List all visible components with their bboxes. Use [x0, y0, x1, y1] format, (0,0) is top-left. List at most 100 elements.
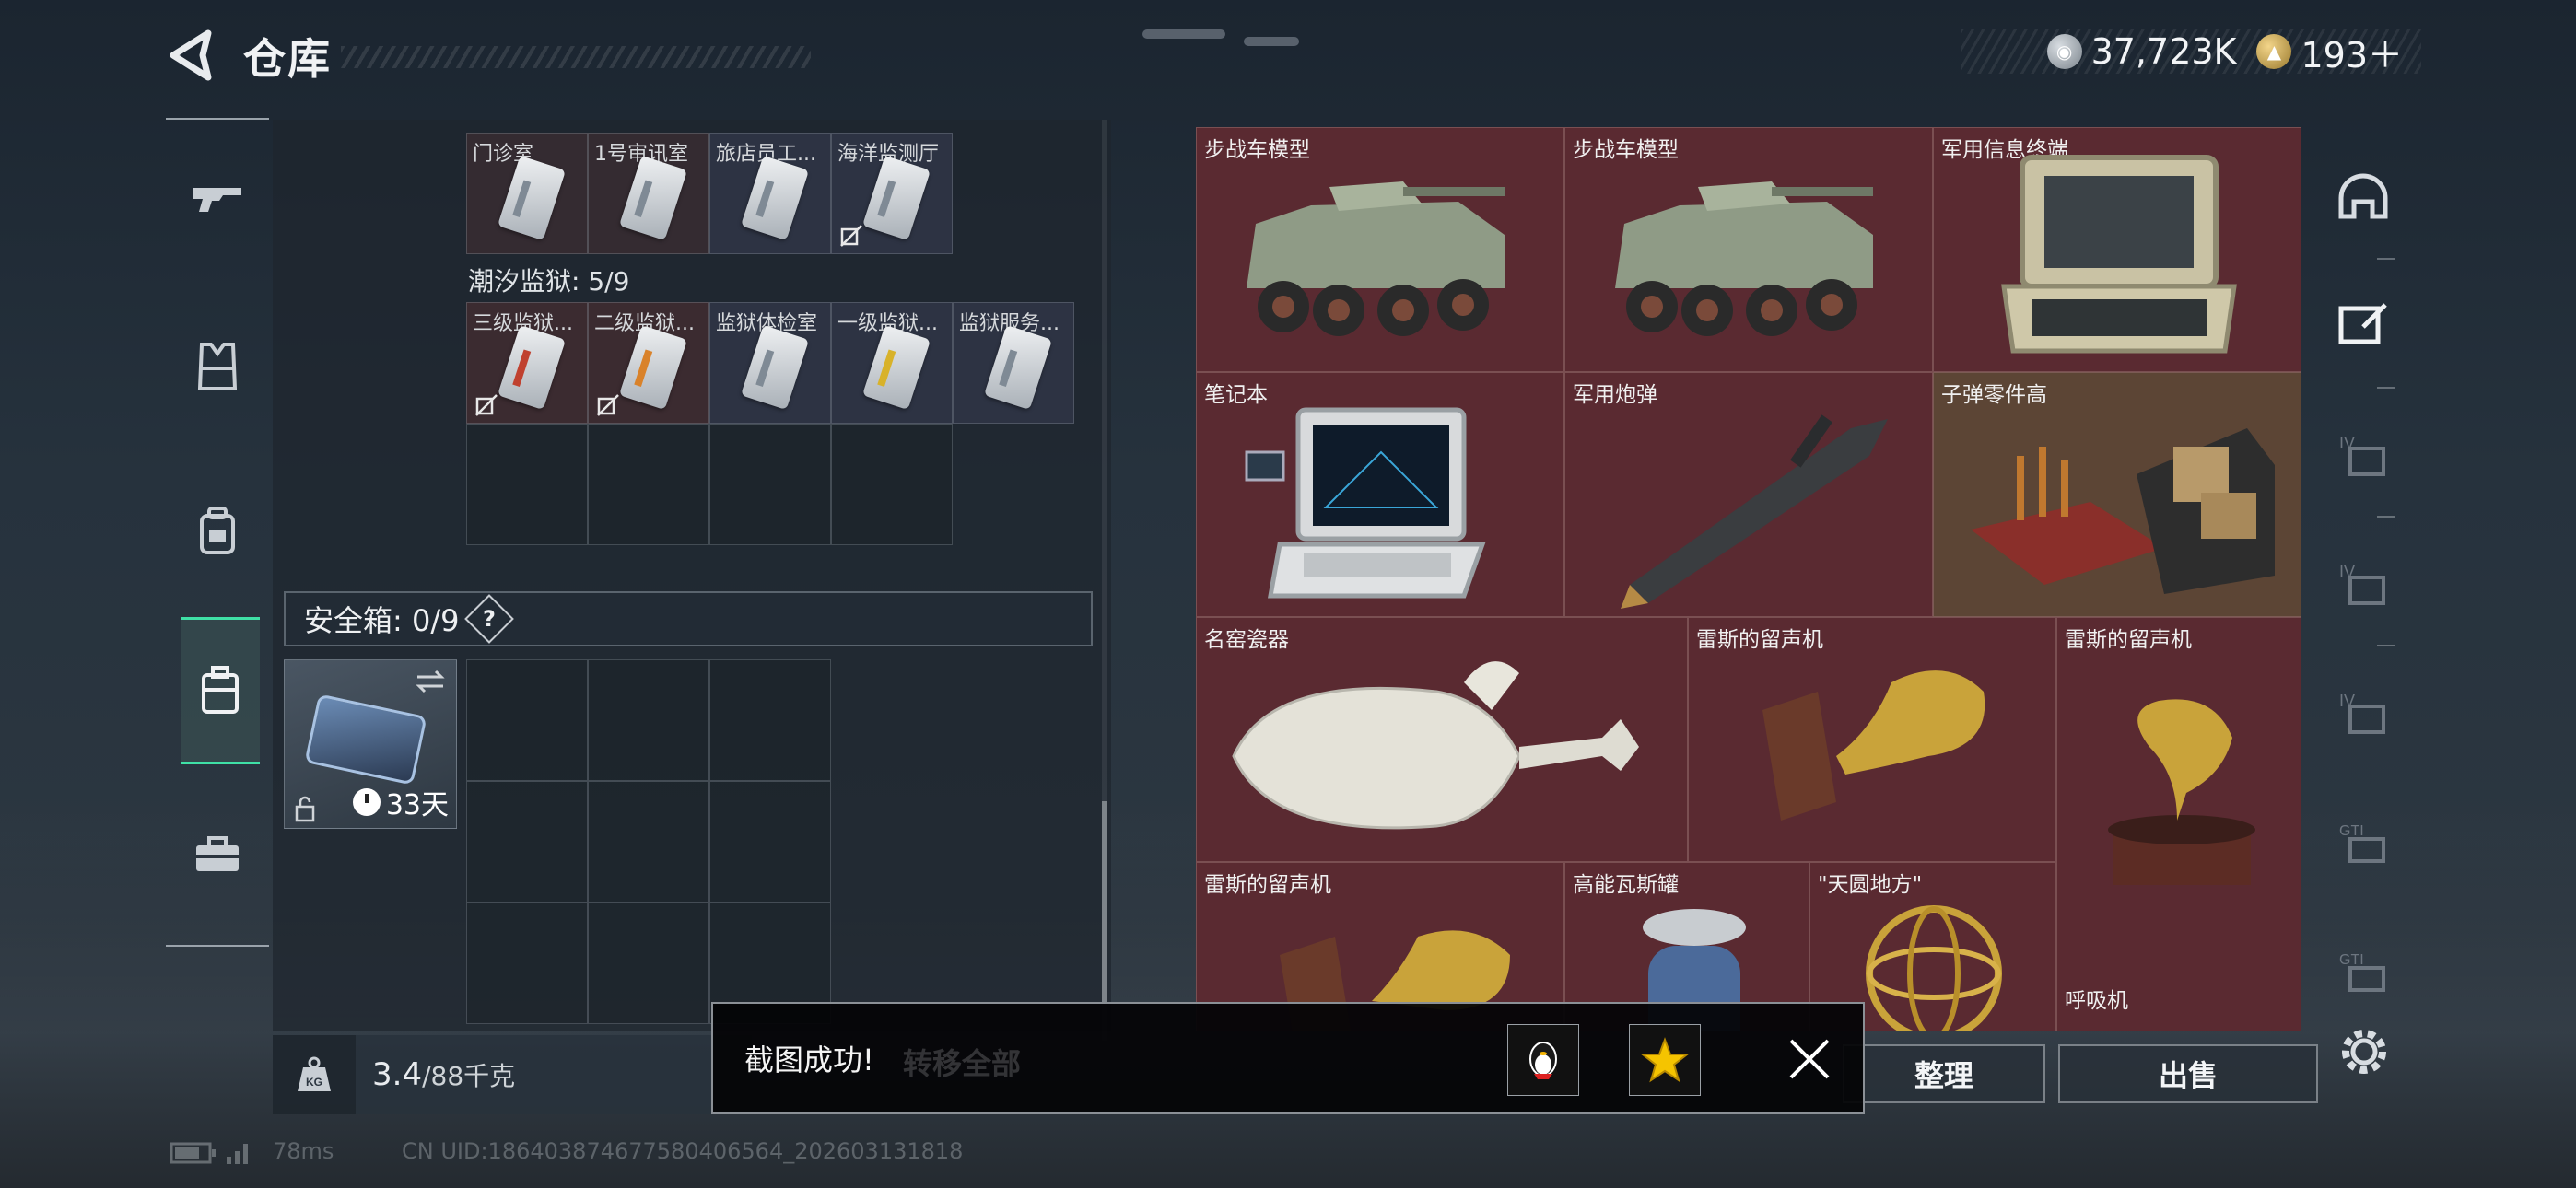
- empty-slot[interactable]: [588, 659, 709, 781]
- keycard-icon: [618, 155, 688, 241]
- filter-tier-4b[interactable]: IV: [2331, 551, 2395, 615]
- gramophone-icon: [1762, 670, 1985, 821]
- nav-backpack[interactable]: [179, 492, 256, 569]
- filter-gti-b[interactable]: GTI: [2331, 938, 2395, 1002]
- bullet-parts-icon: [1971, 428, 2275, 594]
- storage-scroll-thumb[interactable]: [1102, 801, 1107, 1004]
- ping-readout: 78ms: [273, 1138, 334, 1164]
- empty-slot[interactable]: [709, 659, 831, 781]
- filter-tier-4a[interactable]: IV: [2331, 422, 2395, 486]
- sort-button[interactable]: 整理: [1843, 1044, 2045, 1103]
- keycard-icon: [618, 324, 688, 411]
- safe-box-item[interactable]: 33天: [284, 659, 457, 829]
- nav-tools[interactable]: [179, 816, 256, 893]
- help-icon[interactable]: ?: [464, 594, 515, 644]
- porcelain-vase-icon: [1232, 661, 1639, 830]
- empty-slot[interactable]: [588, 903, 709, 1024]
- help-text: ?: [483, 605, 497, 632]
- tide-prison-grid: 三级监狱... 二级监狱... 监狱体检室 一级监狱... 监狱服务...: [466, 302, 1074, 545]
- filter-rail: IV IV IV GTI GTI: [2322, 127, 2405, 1048]
- item-grid: 步战车模型 步战车模型 军用信息终端 笔记本 军用炮弹 子弹零件高 名窑瓷器 雷…: [1196, 127, 2301, 1031]
- toolbox-icon: [196, 836, 239, 871]
- collectible-filter-icon: [2338, 303, 2387, 344]
- item-gramophone[interactable]: 雷斯的留声机 呼吸机: [2056, 617, 2301, 1031]
- share-qq-button[interactable]: [1507, 1024, 1579, 1096]
- ifv-model-icon: [1615, 181, 1873, 336]
- helmet-icon: [2338, 173, 2388, 219]
- empty-slot[interactable]: [709, 424, 831, 545]
- keycard-icon: [861, 155, 931, 241]
- keycard-item[interactable]: 门诊室: [466, 133, 588, 254]
- nav-container[interactable]: [181, 617, 260, 764]
- signal-icon: [227, 1144, 248, 1164]
- settings-gear-icon[interactable]: [2336, 1024, 2392, 1079]
- keycard-icon: [983, 324, 1053, 411]
- nav-weapons[interactable]: [179, 160, 256, 238]
- days-remaining: 33天: [385, 789, 449, 821]
- sell-button[interactable]: 出售: [2058, 1044, 2318, 1103]
- gold-amount[interactable]: 193＋: [2301, 27, 2403, 77]
- gti-icon: GTI: [2339, 823, 2385, 863]
- filter-collectibles[interactable]: [2331, 293, 2395, 357]
- vest-icon: [197, 343, 238, 390]
- no-trade-icon: [597, 394, 619, 416]
- keycard-item[interactable]: 监狱体检室: [709, 302, 831, 424]
- keycard-item[interactable]: 一级监狱...: [831, 302, 953, 424]
- item-porcelain[interactable]: 名窑瓷器: [1196, 617, 1688, 862]
- keycard-item[interactable]: 二级监狱...: [588, 302, 709, 424]
- backpack-icon: [200, 507, 235, 554]
- item-ifv-model[interactable]: 步战车模型: [1196, 127, 1564, 372]
- rail-separator: [2377, 516, 2395, 518]
- transfer-all-ghost: 转移全部: [903, 1046, 1022, 1081]
- qq-penguin-icon: [1529, 1042, 1557, 1079]
- filter-gti-a[interactable]: GTI: [2331, 809, 2395, 873]
- category-sidebar: [166, 118, 269, 947]
- weight-current: 3.4: [372, 1056, 423, 1093]
- filter-all[interactable]: [2331, 164, 2395, 228]
- close-icon[interactable]: [1782, 1031, 1837, 1087]
- back-arrow-icon[interactable]: [166, 28, 221, 83]
- toast-message: 截图成功!: [744, 1042, 874, 1077]
- swap-icon[interactable]: [414, 668, 447, 695]
- empty-slot[interactable]: [588, 424, 709, 545]
- weight-value: 3.4/88千克: [372, 1056, 515, 1093]
- empty-slot[interactable]: [466, 659, 588, 781]
- keycard-grid-top: 门诊室 1号审讯室 旅店员工... 海洋监测厅: [466, 133, 953, 254]
- weight-max: /88千克: [422, 1061, 516, 1091]
- item-gramophone[interactable]: 雷斯的留声机: [1688, 617, 2056, 862]
- keycard-item[interactable]: 海洋监测厅: [831, 133, 953, 254]
- keycard-item[interactable]: 监狱服务...: [953, 302, 1074, 424]
- battery-icon: [170, 1142, 216, 1164]
- tide-prison-label: 潮汐监狱: 5/9: [468, 266, 630, 297]
- tier-iv-icon: IV: [2339, 434, 2385, 476]
- qzone-star-icon: [1641, 1037, 1689, 1083]
- keycard-icon: [497, 155, 567, 241]
- keycard-icon: [740, 155, 810, 241]
- empty-slot[interactable]: [709, 781, 831, 903]
- item-bullet-parts[interactable]: 子弹零件高: [1933, 372, 2301, 617]
- empty-slot[interactable]: [466, 424, 588, 545]
- empty-slot[interactable]: [466, 903, 588, 1024]
- nav-armor[interactable]: [179, 328, 256, 405]
- item-ifv-model[interactable]: 步战车模型: [1564, 127, 1933, 372]
- filter-tier-4c[interactable]: IV: [2331, 680, 2395, 744]
- share-qzone-button[interactable]: [1629, 1024, 1701, 1096]
- item-laptop[interactable]: 笔记本: [1196, 372, 1564, 617]
- keycard-item[interactable]: 1号审讯室: [588, 133, 709, 254]
- empty-slot[interactable]: [831, 424, 953, 545]
- weight-bar: KG 3.4/88千克: [273, 1035, 752, 1114]
- item-military-shell[interactable]: 军用炮弹: [1564, 372, 1933, 617]
- keycard-item[interactable]: 旅店员工...: [709, 133, 831, 254]
- tier-iv-icon: IV: [2339, 692, 2385, 734]
- svg-text:GTI: GTI: [2339, 823, 2364, 839]
- empty-slot[interactable]: [588, 781, 709, 903]
- empty-slot[interactable]: [466, 781, 588, 903]
- screenshot-toast: 截图成功! 转移全部: [711, 1002, 1865, 1114]
- keycard-item[interactable]: 三级监狱...: [466, 302, 588, 424]
- currency-bar: ◉ 37,723K ▲ 193＋: [1961, 27, 2421, 77]
- shell-icon: [1621, 414, 1888, 609]
- safe-box-label: 安全箱: 0/9: [304, 603, 460, 638]
- page-title: 仓库: [243, 34, 332, 84]
- container-icon: [202, 666, 239, 714]
- item-military-terminal[interactable]: 军用信息终端: [1933, 127, 2301, 372]
